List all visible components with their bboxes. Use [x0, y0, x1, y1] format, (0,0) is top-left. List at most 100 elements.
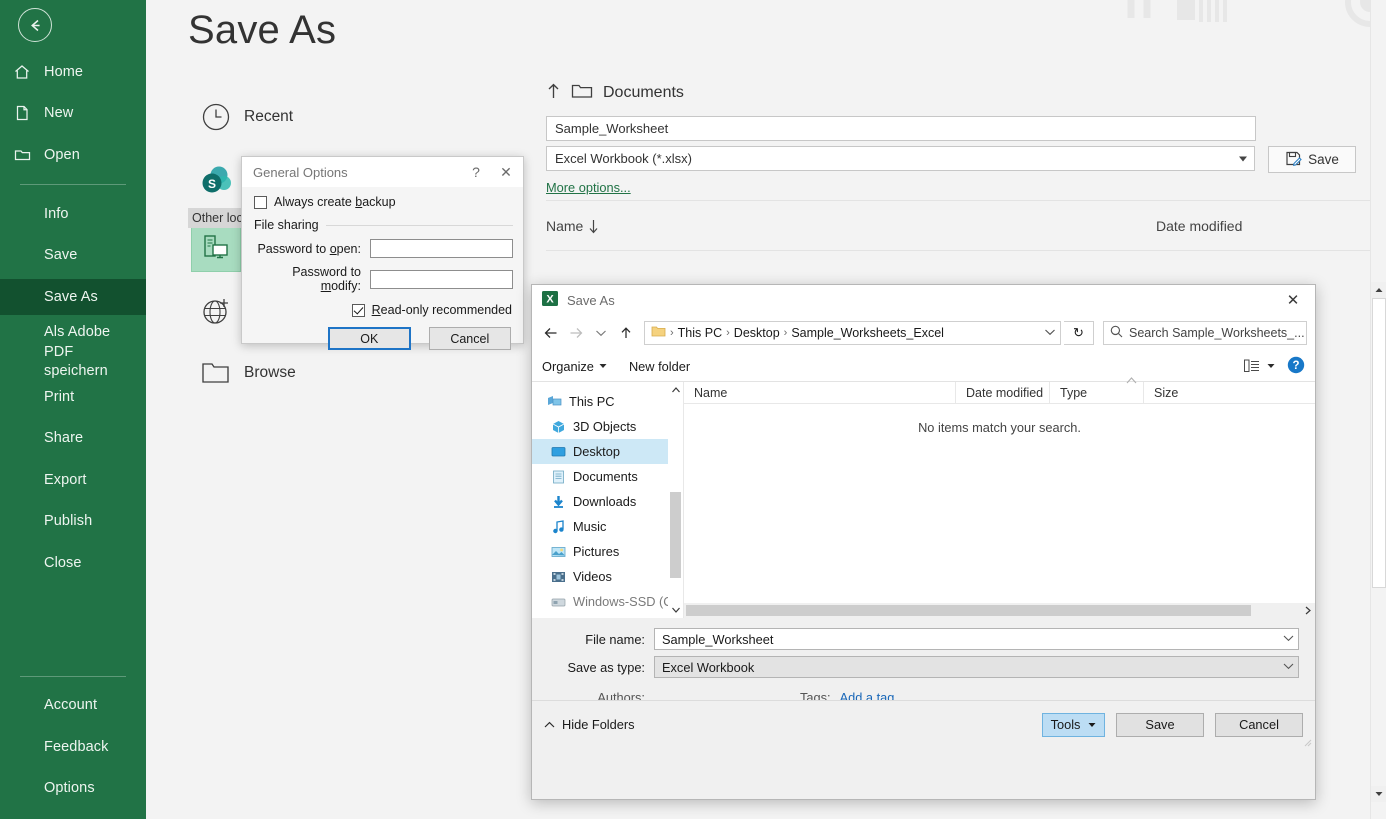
sidebar-item-account[interactable]: Account: [0, 687, 146, 723]
dialog-titlebar: X Save As ✕: [532, 285, 1315, 315]
place-recent[interactable]: Recent: [188, 86, 528, 148]
save-button[interactable]: Save: [1116, 713, 1204, 737]
nav-item-windows-ssd[interactable]: Windows-SSD (C: [532, 589, 683, 614]
sidebar-item-close[interactable]: Close: [0, 545, 146, 581]
always-create-backup-row[interactable]: Always create backup: [254, 195, 513, 209]
sidebar-item-print[interactable]: Print: [0, 379, 146, 415]
back-button[interactable]: [540, 321, 562, 345]
caret-right-icon: [1305, 606, 1311, 615]
column-header-date-modified[interactable]: Date modified: [956, 382, 1050, 404]
nav-item-documents[interactable]: Documents: [532, 464, 683, 489]
resize-grip[interactable]: [1302, 736, 1312, 746]
sidebar-item-publish[interactable]: Publish: [0, 503, 146, 539]
breadcrumb-sep: ›: [670, 327, 674, 339]
files-divider-top: [546, 200, 1386, 201]
read-only-recommended-row[interactable]: Read-only recommended: [254, 303, 513, 317]
navigation-pane: This PC 3D Objects Desktop Documents: [532, 382, 684, 618]
more-options-link[interactable]: More options...: [546, 180, 631, 195]
filetype-select[interactable]: Excel Workbook (*.xlsx): [546, 146, 1255, 171]
always-create-backup-checkbox[interactable]: [254, 196, 267, 209]
recent-locations-button[interactable]: [590, 321, 612, 345]
column-header-name-label: Name: [546, 218, 583, 234]
file-name-input[interactable]: Sample_Worksheet: [654, 628, 1299, 650]
refresh-button[interactable]: ↻: [1064, 321, 1094, 345]
nav-item-desktop[interactable]: Desktop: [532, 439, 683, 464]
save-as-type-select[interactable]: Excel Workbook: [654, 656, 1299, 678]
back-button[interactable]: [18, 8, 52, 42]
help-icon[interactable]: ?: [1287, 356, 1305, 377]
dialog-title: Save As: [567, 293, 615, 308]
view-controls: ?: [1244, 356, 1305, 377]
add-a-place-globe-icon: [188, 294, 244, 328]
up-arrow-icon[interactable]: [546, 82, 561, 105]
view-layout-button[interactable]: [1244, 359, 1275, 373]
cancel-button[interactable]: Cancel: [429, 327, 511, 350]
chevron-down-icon[interactable]: [1283, 633, 1294, 645]
sidebar-item-label: Home: [44, 64, 83, 80]
chevron-down-icon[interactable]: [1283, 661, 1294, 673]
breadcrumb-current[interactable]: Sample_Worksheets_Excel: [791, 326, 944, 340]
sidebar-item-save-adobe-pdf[interactable]: Als Adobe PDF speichern: [0, 320, 146, 370]
sidebar-item-open[interactable]: Open: [0, 137, 146, 173]
nav-item-this-pc[interactable]: This PC: [532, 389, 683, 414]
sidebar-item-options[interactable]: Options: [0, 770, 146, 806]
sidebar-item-new[interactable]: New: [0, 95, 146, 131]
computer-icon: [546, 394, 562, 410]
save-button[interactable]: Save: [1268, 146, 1356, 173]
forward-button[interactable]: [565, 321, 587, 345]
scroll-thumb[interactable]: [670, 492, 681, 578]
column-header-name[interactable]: Name: [546, 218, 1156, 234]
nav-item-pictures[interactable]: Pictures: [532, 539, 683, 564]
chevron-down-icon[interactable]: [1044, 327, 1056, 340]
close-icon[interactable]: ✕: [491, 158, 521, 186]
breadcrumb-desktop[interactable]: Desktop: [734, 326, 780, 340]
password-to-open-input[interactable]: [370, 239, 513, 258]
scroll-down-button[interactable]: [1371, 786, 1386, 802]
nav-item-videos[interactable]: Videos: [532, 564, 683, 589]
password-to-modify-input[interactable]: [370, 270, 513, 289]
close-icon[interactable]: ✕: [1271, 285, 1315, 315]
search-box[interactable]: Search Sample_Worksheets_...: [1103, 321, 1307, 345]
scroll-up-button[interactable]: [1371, 282, 1386, 298]
page-scrollbar[interactable]: [1370, 0, 1386, 819]
nav-item-music[interactable]: Music: [532, 514, 683, 539]
file-list-horizontal-scrollbar[interactable]: [684, 603, 1315, 618]
always-create-backup-label: Always create backup: [274, 195, 396, 209]
organize-button[interactable]: Organize: [542, 359, 607, 374]
scroll-thumb[interactable]: [686, 605, 1251, 616]
ok-button[interactable]: OK: [328, 327, 411, 350]
up-button[interactable]: [615, 321, 637, 345]
nav-item-3d-objects[interactable]: 3D Objects: [532, 414, 683, 439]
caret-down-icon: [1375, 791, 1383, 797]
scroll-down-button[interactable]: [668, 602, 683, 618]
filename-input[interactable]: [546, 116, 1256, 141]
breadcrumb-this-pc[interactable]: This PC: [678, 326, 722, 340]
place-browse[interactable]: Browse: [188, 342, 528, 404]
sidebar-item-share[interactable]: Share: [0, 420, 146, 456]
cancel-button[interactable]: Cancel: [1215, 713, 1303, 737]
sidebar-item-feedback[interactable]: Feedback: [0, 729, 146, 765]
view-layout-icon: [1244, 359, 1260, 373]
sidebar-item-home[interactable]: Home: [0, 54, 146, 90]
breadcrumb-bar[interactable]: › This PC › Desktop › Sample_Worksheets_…: [644, 321, 1061, 345]
sidebar-item-export[interactable]: Export: [0, 462, 146, 498]
column-header-type[interactable]: Type: [1050, 382, 1144, 404]
scroll-up-button[interactable]: [668, 382, 683, 398]
scroll-right-button[interactable]: [1300, 603, 1315, 618]
breadcrumb-current-folder: Documents: [603, 84, 684, 102]
sidebar-item-save-as[interactable]: Save As: [0, 279, 146, 315]
tools-button[interactable]: Tools: [1042, 713, 1105, 737]
new-folder-button[interactable]: New folder: [629, 359, 690, 374]
navigation-pane-scrollbar[interactable]: [668, 382, 683, 618]
read-only-recommended-checkbox[interactable]: [352, 304, 365, 317]
sidebar-item-info[interactable]: Info: [0, 196, 146, 232]
column-header-date-modified[interactable]: Date modified: [1156, 218, 1242, 234]
sidebar-item-save[interactable]: Save: [0, 237, 146, 273]
help-icon[interactable]: ?: [461, 158, 491, 186]
scroll-thumb[interactable]: [1372, 298, 1386, 588]
dialog-title: General Options: [253, 165, 461, 180]
column-header-name[interactable]: Name: [684, 382, 956, 404]
column-header-size[interactable]: Size: [1144, 382, 1208, 404]
hide-folders-button[interactable]: Hide Folders: [544, 717, 635, 732]
nav-item-downloads[interactable]: Downloads: [532, 489, 683, 514]
